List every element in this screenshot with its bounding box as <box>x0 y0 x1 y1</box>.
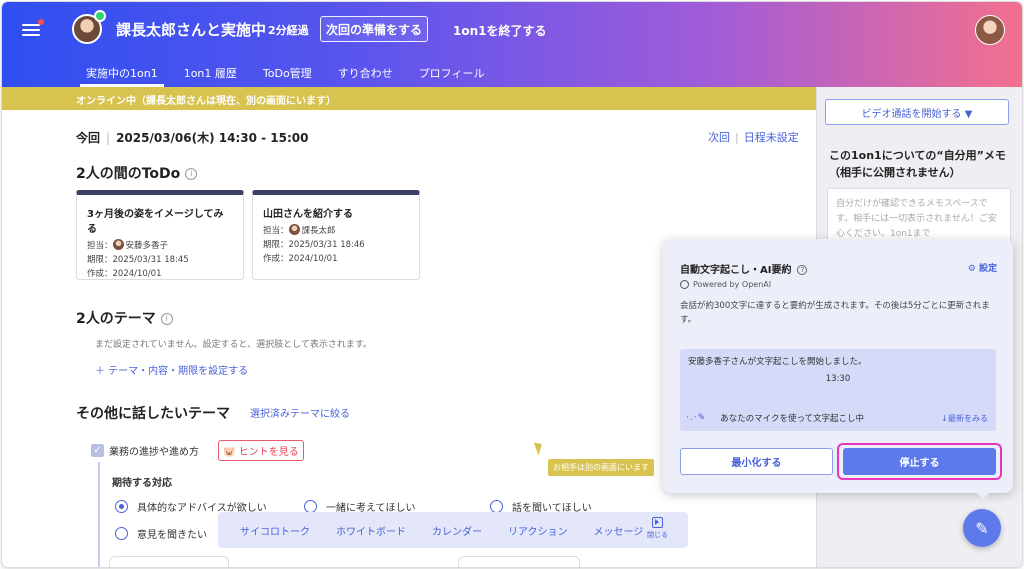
assignee-avatar <box>288 224 300 235</box>
latest-link[interactable]: ↓最新をみる <box>941 413 988 424</box>
online-indicator <box>94 10 106 22</box>
assignee-avatar <box>112 239 124 250</box>
todo-due: 期限：2025/03/31 18:45 <box>87 255 189 265</box>
info-icon[interactable]: i <box>185 168 198 180</box>
partial-card <box>458 556 580 567</box>
panel-title: 自動文字起こし・AI要約? <box>680 261 808 276</box>
expect-label: 期待する対応 <box>112 478 172 489</box>
start-video-button[interactable]: ビデオ通話を開始する ▼ <box>825 99 1009 125</box>
todo-due: 期限：2025/03/31 18:46 <box>263 240 365 250</box>
partial-card <box>109 556 229 567</box>
tool-whiteboard[interactable]: ホワイトボード <box>336 523 406 538</box>
ai-transcription-panel: 自動文字起こし・AI要約? ⚙ 設定 Powered by OpenAI 会話が… <box>663 239 1013 493</box>
theme-title-text: 2人のテーマ <box>76 311 156 327</box>
partner-avatar <box>72 10 106 44</box>
radio-opinion[interactable]: 意見を聞きたい <box>115 526 207 541</box>
app-window: 課長太郎さんと実施中 2分経過 次回の準備をする 1on1を終了する 実施中の1… <box>2 2 1022 567</box>
info-icon[interactable]: i <box>160 313 173 325</box>
todo-card-title: 山田さんを紹介する <box>263 209 353 220</box>
todo-card[interactable]: 山田さんを紹介する 担当： 課長太郎 期限：2025/03/31 18:46 作成… <box>252 190 420 280</box>
stop-button[interactable]: 停止する <box>843 448 996 475</box>
openai-icon <box>680 280 689 289</box>
todo-card-title: 3ヶ月後の姿をイメージしてみる <box>87 209 224 235</box>
panel-pointer <box>975 491 991 499</box>
pen-icon: ·.·✎ <box>686 413 707 423</box>
help-icon[interactable]: ? <box>797 265 808 275</box>
tab-profile[interactable]: プロフィール <box>409 60 495 87</box>
settings-button[interactable]: ⚙ 設定 <box>968 261 997 274</box>
partner-cursor-tag: お相手は別の画面にいます <box>548 459 654 476</box>
theme-empty-text: まだ設定されていません。設定すると、選択肢として表示されます。 <box>95 340 372 350</box>
close-label: 閉じる <box>647 531 668 539</box>
checkbox[interactable]: ✓ <box>91 444 104 457</box>
tab-todo[interactable]: ToDo管理 <box>253 60 322 87</box>
transcript-area: 安藤多香子さんが文字起こしを開始しました。 13:30 ·.·✎ あなたのマイク… <box>680 349 996 431</box>
header: 課長太郎さんと実施中 2分経過 次回の準備をする 1on1を終了する 実施中の1… <box>2 2 1022 87</box>
session-title: 課長太郎さんと実施中 <box>116 21 267 39</box>
theme-section-title: 2人のテーマ i <box>76 308 173 328</box>
add-theme-link[interactable]: ＋ テーマ・内容・期限を設定する <box>95 362 248 377</box>
panel-description: 会話が約300文字に達すると要約が生成されます。その後は5分ごとに更新されます。 <box>680 301 990 325</box>
tool-calendar[interactable]: カレンダー <box>432 523 482 538</box>
tool-dice-talk[interactable]: サイコロトーク <box>240 523 310 538</box>
hint-button[interactable]: 🐷 ヒントを見る <box>218 440 304 461</box>
partner-cursor-icon <box>533 440 546 456</box>
current-datetime: 2025/03/06(木) 14:30 - 15:00 <box>116 131 309 145</box>
todo-assignee: 担当： 安藤多香子 <box>87 239 169 251</box>
next-schedule-value[interactable]: 日程未設定 <box>744 131 799 144</box>
notification-dot <box>38 19 44 25</box>
transcript-timestamp: 13:30 <box>825 374 851 384</box>
tool-reaction[interactable]: リアクション <box>508 523 568 538</box>
powered-by: Powered by OpenAI <box>680 280 771 289</box>
todo-assignee: 担当： 課長太郎 <box>263 224 336 236</box>
todo-card[interactable]: 3ヶ月後の姿をイメージしてみる 担当： 安藤多香子 期限：2025/03/31 1… <box>76 190 244 280</box>
collapse-icon <box>652 517 663 528</box>
next-schedule: 次回 | 日程未設定 <box>708 131 799 144</box>
minimize-button[interactable]: 最小化する <box>680 448 833 475</box>
tool-message[interactable]: メッセージ <box>594 523 644 538</box>
todo-section-title: 2人の間のToDo i <box>76 163 198 183</box>
user-avatar[interactable] <box>975 15 1005 45</box>
current-label: 今回 <box>76 131 101 145</box>
transcript-line: 安藤多香子さんが文字起こしを開始しました。 <box>688 357 867 367</box>
filter-selected-link[interactable]: 選択済みテーマに絞る <box>250 405 350 420</box>
online-status-banner: オンライン中（課長太郎さんは現在、別の画面にいます） <box>2 87 816 110</box>
radio-selected-icon[interactable] <box>115 500 128 513</box>
next-link[interactable]: 次回 <box>708 131 730 144</box>
memo-title: この1on1についての“自分用”メモ（相手に公開されません） <box>829 149 1006 179</box>
elapsed-time: 2分経過 <box>268 24 309 37</box>
main-nav: 実施中の1on1 1on1 履歴 ToDo管理 すり合わせ プロフィール <box>76 60 500 87</box>
mic-status: ·.·✎ あなたのマイクを使って文字起こし中 ↓最新をみる <box>686 412 988 424</box>
todo-created: 作成：2024/10/01 <box>263 254 338 264</box>
todo-created: 作成：2024/10/01 <box>87 269 162 279</box>
todo-title-text: 2人の間のToDo <box>76 166 181 182</box>
ai-fab-button[interactable]: ✎ <box>963 509 1001 547</box>
topic-checkbox-row[interactable]: ✓ 業務の進捗や進め方 <box>91 443 199 458</box>
tools-toolbar: サイコロトーク ホワイトボード カレンダー リアクション メッセージ 閉じる <box>218 512 688 548</box>
prepare-next-button[interactable]: 次回の準備をする <box>320 16 428 42</box>
tab-current-1on1[interactable]: 実施中の1on1 <box>76 60 168 87</box>
magic-wand-icon: ✎ <box>975 518 989 538</box>
hamburger-menu-icon[interactable] <box>22 19 44 38</box>
mic-status-text: あなたのマイクを使って文字起こし中 <box>720 414 865 424</box>
toolbar-close-button[interactable]: 閉じる <box>647 517 668 540</box>
tab-history[interactable]: 1on1 履歴 <box>174 60 247 87</box>
divider <box>98 462 100 567</box>
tab-alignment[interactable]: すり合わせ <box>328 60 403 87</box>
end-1on1-link[interactable]: 1on1を終了する <box>453 22 547 39</box>
checkbox-label: 業務の進捗や進め方 <box>109 447 199 458</box>
other-section-title: その他に話したいテーマ <box>76 406 230 422</box>
schedule-line: 今回 | 2025/03/06(木) 14:30 - 15:00 <box>76 131 309 145</box>
radio-icon[interactable] <box>115 527 128 540</box>
